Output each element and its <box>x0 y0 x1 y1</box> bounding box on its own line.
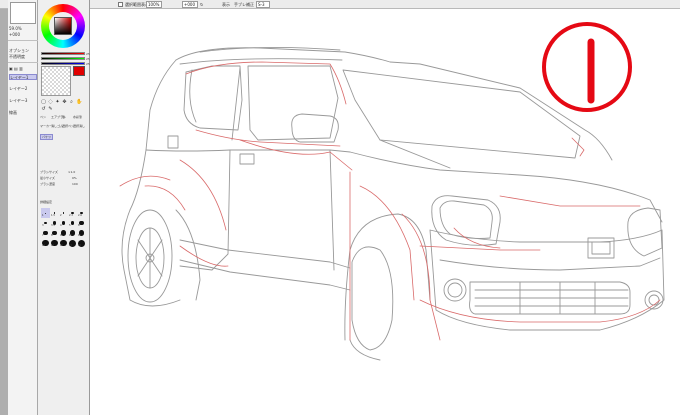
brush-size-cell[interactable]: 9 <box>59 228 68 238</box>
drawing-canvas[interactable] <box>90 9 680 415</box>
brush-size-cell[interactable]: 3.5 <box>50 218 59 228</box>
brush-size-cell[interactable]: 25 <box>68 238 77 248</box>
density-value[interactable]: 100 <box>72 182 78 186</box>
foreground-color-swatch[interactable] <box>73 66 85 76</box>
green-slider[interactable] <box>41 57 85 60</box>
brush-size-label: ブラシサイズ <box>40 170 58 174</box>
angle-field[interactable]: +000 <box>182 1 198 8</box>
brush-size-value: 16 <box>51 244 55 247</box>
brush-size-cell[interactable]: 10 <box>68 228 77 238</box>
color-tool-panel: 255 255 255 ▢ ◌ ✦ ✥ ⌕ ✋ ↺ ✎ ペン エアブラシ 筆 水… <box>38 0 92 415</box>
blue-slider[interactable] <box>41 62 85 65</box>
opacity-field[interactable]: 100% <box>146 1 162 8</box>
brush-size-value: 25 <box>69 244 73 247</box>
layer-item[interactable]: レイヤー1 <box>9 74 37 80</box>
brush-size-cell[interactable]: 5 <box>68 218 77 228</box>
brush-size-value[interactable]: ×1.0 <box>68 170 75 174</box>
brush-size-cell[interactable]: 4 <box>59 218 68 228</box>
brush-size-cell[interactable]: 2.6 <box>77 208 86 218</box>
display-label: 表示 <box>222 2 230 7</box>
brush-size-cell[interactable]: 12 <box>77 228 86 238</box>
brush-size-cell[interactable]: 2 <box>59 208 68 218</box>
navigator-layer-panel: 59.0% +000 オプション 不透明度 ▣ ▤ ▥ レイヤー1 レイヤー2 … <box>8 0 38 415</box>
density-label: ブラシ濃度 <box>40 182 55 186</box>
divider <box>8 40 38 41</box>
window-edge <box>0 9 8 415</box>
tool-bucket[interactable]: バケツ <box>40 134 54 140</box>
brush-size-value: 14 <box>42 244 46 247</box>
brush-dot <box>62 212 65 214</box>
brush-size-cell[interactable]: 8 <box>50 228 59 238</box>
hand-tool-icon[interactable]: ✋ <box>76 100 82 105</box>
brush-size-cell[interactable]: 1 <box>41 208 50 218</box>
rotate-tool-icon[interactable]: ↺ <box>41 107 46 112</box>
brush-size-value: 20 <box>60 244 64 247</box>
tool-select-erase[interactable]: 選択消し <box>73 124 85 128</box>
brush-size-cell[interactable]: 6 <box>77 218 86 228</box>
stabilizer-label: 手ブレ補正 <box>234 2 254 7</box>
power-symbol-icon <box>542 22 632 112</box>
brush-dot <box>61 221 66 225</box>
layer-opacity[interactable]: 不透明度 <box>9 54 37 60</box>
brush-size-cell[interactable]: 14 <box>41 238 50 248</box>
layer-item[interactable]: レイヤー3 <box>9 98 37 104</box>
color-wheel[interactable] <box>41 4 85 48</box>
min-size-value[interactable]: 0% <box>72 176 77 180</box>
top-toolbar: 59.0 ▾ 選択範囲表示 100% +000 ↻ 表示 手ブレ補正 S-3 <box>0 0 680 9</box>
brush-size-cell[interactable]: 30 <box>77 238 86 248</box>
layer-icon-row: ▣ ▤ ▥ <box>9 66 23 71</box>
detail-settings-label[interactable]: 詳細設定 <box>40 200 52 204</box>
layer-item[interactable]: 線画 <box>9 110 37 116</box>
brush-dot <box>79 220 84 226</box>
eyedropper-icon[interactable]: ✎ <box>48 107 53 112</box>
zoom-tool-icon[interactable]: ⌕ <box>69 100 74 105</box>
tool-watercolor[interactable]: 水彩筆 <box>73 115 82 119</box>
brush-dot <box>44 221 47 225</box>
divider <box>8 62 38 63</box>
red-slider[interactable] <box>41 52 85 55</box>
car-line-drawing <box>119 22 665 361</box>
brush-size-cell[interactable]: 20 <box>59 238 68 248</box>
brush-dot <box>45 212 46 214</box>
brush-size-cell[interactable]: 3 <box>41 218 50 228</box>
brush-size-value: 30 <box>78 244 82 247</box>
stabilizer-field[interactable]: S-3 <box>256 1 270 8</box>
brush-size-cell[interactable]: 16 <box>50 238 59 248</box>
magic-wand-icon[interactable]: ✦ <box>55 100 60 105</box>
tool-pen[interactable]: ペン <box>40 115 46 119</box>
tool-brush[interactable]: 筆 <box>62 115 65 119</box>
brush-size-cell[interactable]: 1.5 <box>50 208 59 218</box>
color-mixer-area[interactable] <box>41 66 71 96</box>
brush-dot <box>70 221 75 225</box>
selection-display-checkbox[interactable] <box>118 2 123 7</box>
brush-size-cell[interactable]: 7 <box>41 228 50 238</box>
paint-app-window: 59.0 ▾ 選択範囲表示 100% +000 ↻ 表示 手ブレ補正 S-3 5… <box>0 0 680 415</box>
brush-size-cell[interactable]: 2.3 <box>68 208 77 218</box>
move-tool-icon[interactable]: ✥ <box>62 100 67 105</box>
navigator-thumbnail[interactable] <box>10 2 36 24</box>
navigator-angle: +000 <box>9 32 20 37</box>
min-size-label: 最小サイズ <box>40 176 55 180</box>
selection-tool-icon[interactable]: ▢ <box>41 100 46 105</box>
layer-item[interactable]: レイヤー2 <box>9 86 37 92</box>
color-square[interactable] <box>54 17 72 35</box>
rotate-icon[interactable]: ↻ <box>200 1 203 8</box>
lasso-tool-icon[interactable]: ◌ <box>48 100 53 105</box>
